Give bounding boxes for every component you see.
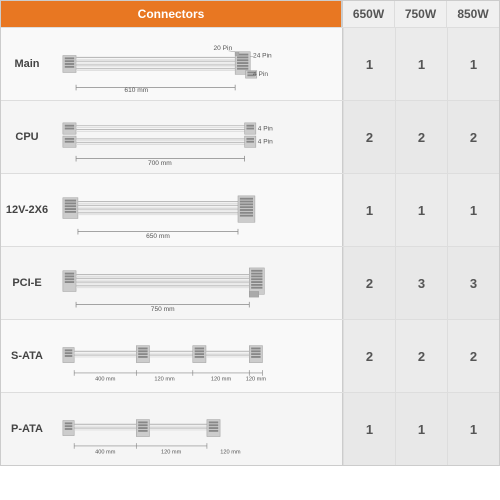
svg-text:120 mm: 120 mm bbox=[211, 376, 232, 382]
svg-text:610 mm: 610 mm bbox=[124, 87, 148, 94]
label-12v2x6: 12V-2X6 bbox=[1, 200, 53, 220]
val-cpu-650: 2 bbox=[343, 101, 395, 173]
svg-text:120 mm: 120 mm bbox=[154, 376, 175, 382]
val-main-750: 1 bbox=[395, 28, 447, 100]
val-main-850: 1 bbox=[447, 28, 499, 100]
val-pcie-750: 3 bbox=[395, 247, 447, 319]
svg-text:120 mm: 120 mm bbox=[220, 449, 241, 455]
header-connector: Connectors bbox=[1, 1, 342, 27]
val-cpu-750: 2 bbox=[395, 101, 447, 173]
label-cpu: CPU bbox=[1, 127, 53, 147]
connectors-table: Connectors 650W 750W 850W Main bbox=[0, 0, 500, 466]
svg-text:700 mm: 700 mm bbox=[148, 160, 172, 167]
row-cpu: CPU bbox=[1, 100, 499, 173]
val-pata-650: 1 bbox=[343, 393, 395, 465]
label-pcie: PCI-E bbox=[1, 273, 53, 293]
svg-text:24 Pin: 24 Pin bbox=[253, 52, 272, 59]
svg-text:4 Pin: 4 Pin bbox=[258, 125, 273, 132]
val-cpu-850: 2 bbox=[447, 101, 499, 173]
val-pata-750: 1 bbox=[395, 393, 447, 465]
header-650w: 650W bbox=[343, 1, 395, 27]
row-12v2x6: 12V-2X6 bbox=[1, 173, 499, 246]
svg-text:750 mm: 750 mm bbox=[151, 306, 175, 313]
diagram-12v2x6: 650 mm bbox=[53, 174, 342, 246]
svg-text:400 mm: 400 mm bbox=[95, 376, 116, 382]
header-850w: 850W bbox=[447, 1, 499, 27]
val-sata-750: 2 bbox=[395, 320, 447, 392]
svg-text:400 mm: 400 mm bbox=[95, 449, 116, 455]
row-pcie: PCI-E bbox=[1, 246, 499, 319]
diagram-pcie: 750 mm bbox=[53, 247, 342, 319]
row-main: Main bbox=[1, 27, 499, 100]
table-header: Connectors 650W 750W 850W bbox=[1, 1, 499, 27]
val-pata-850: 1 bbox=[447, 393, 499, 465]
header-750w: 750W bbox=[395, 1, 447, 27]
val-12v2x6-650: 1 bbox=[343, 174, 395, 246]
label-pata: P-ATA bbox=[1, 419, 53, 439]
diagram-pata: 400 mm 120 mm 120 mm bbox=[53, 393, 342, 465]
val-main-650: 1 bbox=[343, 28, 395, 100]
val-12v2x6-850: 1 bbox=[447, 174, 499, 246]
svg-text:120 mm: 120 mm bbox=[161, 449, 182, 455]
diagram-cpu: 4 Pin 4 Pin 700 mm bbox=[53, 101, 342, 173]
val-pcie-850: 3 bbox=[447, 247, 499, 319]
val-pcie-650: 2 bbox=[343, 247, 395, 319]
row-pata: P-ATA bbox=[1, 392, 499, 465]
label-main: Main bbox=[1, 54, 53, 74]
val-12v2x6-750: 1 bbox=[395, 174, 447, 246]
svg-text:4 Pin: 4 Pin bbox=[253, 71, 268, 78]
svg-text:120 mm: 120 mm bbox=[246, 376, 267, 382]
val-sata-850: 2 bbox=[447, 320, 499, 392]
row-sata: S-ATA bbox=[1, 319, 499, 392]
val-sata-650: 2 bbox=[343, 320, 395, 392]
label-sata: S-ATA bbox=[1, 346, 53, 366]
svg-text:4 Pin: 4 Pin bbox=[258, 139, 273, 146]
diagram-sata: 400 mm 120 mm 120 mm 120 mm bbox=[53, 320, 342, 392]
svg-text:650 mm: 650 mm bbox=[146, 233, 170, 240]
diagram-main: 20 Pin 24 Pin 4 Pin 610 mm bbox=[53, 28, 342, 100]
